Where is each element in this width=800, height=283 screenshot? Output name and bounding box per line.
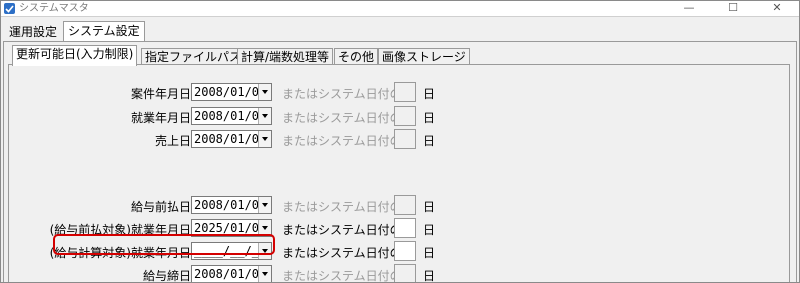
tab-operation-settings[interactable]: 運用設定 bbox=[5, 23, 62, 41]
field-label: 給与前払日 bbox=[130, 200, 191, 214]
date-select[interactable]: 2008/01/01 bbox=[191, 83, 272, 101]
system-date-label: またはシステム日付の bbox=[282, 246, 402, 260]
dropdown-arrow-icon[interactable] bbox=[258, 197, 271, 213]
date-select[interactable]: 2008/01/01 bbox=[191, 196, 272, 214]
system-date-offset-input bbox=[394, 106, 416, 126]
day-unit-label: 日 bbox=[423, 111, 436, 125]
date-value: 2008/01/01 bbox=[194, 267, 267, 281]
day-unit-label: 日 bbox=[423, 200, 436, 214]
system-date-offset-input bbox=[394, 195, 416, 215]
system-date-label: またはシステム日付の bbox=[282, 134, 402, 148]
row-case-date: 案件年月日 2008/01/01 またはシステム日付の 日 bbox=[9, 82, 789, 103]
system-date-offset-input[interactable] bbox=[394, 241, 416, 261]
field-label: (給与前払対象)就業年月日 bbox=[49, 223, 191, 237]
sub-tabs: 更新可能日(入力制限) 指定ファイルパス 計算/端数処理等 その他 画像ストレー… bbox=[8, 45, 788, 66]
row-payroll-target-work-date: (給与計算対象)就業年月日 ____/__/__ またはシステム日付の 日 bbox=[9, 241, 789, 262]
day-unit-label: 日 bbox=[423, 269, 436, 283]
system-date-label: またはシステム日付の bbox=[282, 111, 402, 125]
dropdown-arrow-icon[interactable] bbox=[258, 220, 271, 236]
title-bar: システムマスタ — ☐ ✕ bbox=[1, 1, 799, 17]
tab-system-settings[interactable]: システム設定 bbox=[63, 21, 145, 43]
system-date-label: またはシステム日付の bbox=[282, 269, 402, 283]
dropdown-arrow-icon[interactable] bbox=[258, 266, 271, 282]
app-window: システムマスタ — ☐ ✕ 運用設定 システム設定 更新可能日(入力制限) 指定… bbox=[0, 0, 800, 283]
system-settings-panel: 更新可能日(入力制限) 指定ファイルパス 計算/端数処理等 その他 画像ストレー… bbox=[3, 41, 797, 283]
dropdown-arrow-icon[interactable] bbox=[258, 131, 271, 147]
system-date-label: またはシステム日付の bbox=[282, 200, 402, 214]
date-select[interactable]: 2008/01/01 bbox=[191, 107, 272, 125]
day-unit-label: 日 bbox=[423, 223, 436, 237]
dropdown-arrow-icon[interactable] bbox=[258, 84, 271, 100]
app-icon bbox=[4, 3, 15, 14]
day-unit-label: 日 bbox=[423, 134, 436, 148]
system-date-offset-input bbox=[394, 264, 416, 282]
date-select[interactable]: 2008/01/01 bbox=[191, 265, 272, 282]
date-value: 2008/01/01 bbox=[194, 109, 267, 123]
field-label: 給与締日 bbox=[142, 269, 191, 283]
day-unit-label: 日 bbox=[423, 246, 436, 260]
row-advance-pay-date: 給与前払日 2008/01/01 またはシステム日付の 日 bbox=[9, 195, 789, 216]
date-value: 2008/01/01 bbox=[194, 132, 267, 146]
row-sales-date: 売上日 2008/01/01 またはシステム日付の 日 bbox=[9, 129, 789, 150]
main-tabs: 運用設定 システム設定 bbox=[1, 21, 799, 43]
system-date-offset-input bbox=[394, 82, 416, 102]
date-select[interactable]: ____/__/__ bbox=[191, 242, 272, 260]
system-date-label: またはシステム日付の bbox=[282, 223, 402, 237]
date-value: ____/__/__ bbox=[194, 244, 267, 258]
date-select[interactable]: 2008/01/01 bbox=[191, 130, 272, 148]
field-label: (給与計算対象)就業年月日 bbox=[49, 246, 191, 260]
date-select[interactable]: 2025/01/01 bbox=[191, 219, 272, 237]
maximize-button[interactable]: ☐ bbox=[711, 1, 755, 16]
minimize-button[interactable]: — bbox=[667, 1, 711, 16]
system-date-label: またはシステム日付の bbox=[282, 87, 402, 101]
close-button[interactable]: ✕ bbox=[755, 1, 799, 16]
row-advance-target-work-date: (給与前払対象)就業年月日 2025/01/01 またはシステム日付の 日 bbox=[9, 218, 789, 239]
day-unit-label: 日 bbox=[423, 87, 436, 101]
update-limits-form: 案件年月日 2008/01/01 またはシステム日付の 日 就業年月日 2008… bbox=[8, 64, 790, 283]
window-title: システムマスタ bbox=[19, 3, 89, 14]
dropdown-arrow-icon[interactable] bbox=[258, 243, 271, 259]
field-label: 就業年月日 bbox=[130, 111, 191, 125]
tab-update-limits[interactable]: 更新可能日(入力制限) bbox=[12, 45, 138, 66]
row-payroll-close-date: 給与締日 2008/01/01 またはシステム日付の 日 bbox=[9, 264, 789, 283]
date-value: 2025/01/01 bbox=[194, 221, 267, 235]
system-date-offset-input[interactable] bbox=[394, 218, 416, 238]
date-value: 2008/01/01 bbox=[194, 198, 267, 212]
row-work-date: 就業年月日 2008/01/01 またはシステム日付の 日 bbox=[9, 106, 789, 127]
system-date-offset-input bbox=[394, 129, 416, 149]
field-label: 案件年月日 bbox=[130, 87, 191, 101]
dropdown-arrow-icon[interactable] bbox=[258, 108, 271, 124]
field-label: 売上日 bbox=[154, 134, 191, 148]
date-value: 2008/01/01 bbox=[194, 85, 267, 99]
